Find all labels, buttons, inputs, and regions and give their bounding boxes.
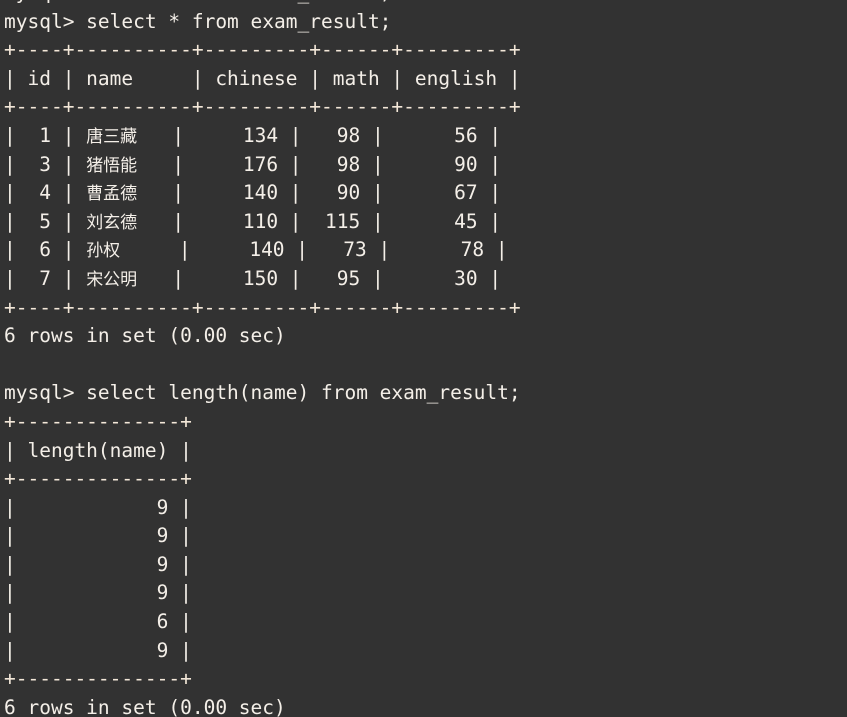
table-row: | 5 | 刘玄德 | 110 | 115 | 45 | bbox=[4, 209, 502, 233]
table-row: | 9 | bbox=[4, 495, 192, 519]
table-row: | 9 | bbox=[4, 581, 192, 605]
result-rule-bottom-2: +--------------+ bbox=[4, 667, 192, 691]
table-row: | 9 | bbox=[4, 552, 192, 576]
table-row: | 1 | 唐三藏 | 134 | 98 | 56 | bbox=[4, 123, 502, 147]
command-prompt-select-all[interactable]: mysql> select * from exam_result; bbox=[4, 8, 844, 37]
table-row: | 4 | 曹孟德 | 140 | 90 | 67 | bbox=[4, 181, 502, 205]
table-row: | 6 | bbox=[4, 610, 192, 634]
terminal-window[interactable]: mysql> select * from exam_result; mysql>… bbox=[0, 0, 847, 717]
terminal-scroll-area: mysql> select * from exam_result; mysql>… bbox=[4, 0, 844, 717]
result-rule-bottom-1: +----+----------+---------+------+------… bbox=[4, 295, 521, 319]
result-rule-mid-2: +--------------+ bbox=[4, 467, 192, 491]
result-header-2: | length(name) | bbox=[4, 438, 192, 462]
table-row: | 9 | bbox=[4, 638, 192, 662]
cjk-name-text: 宋公明 bbox=[86, 269, 138, 290]
table-row: | 7 | 宋公明 | 150 | 95 | 30 | bbox=[4, 266, 502, 290]
result-status-2: 6 rows in set (0.00 sec) bbox=[4, 695, 286, 717]
result-rule-top-2: +--------------+ bbox=[4, 409, 192, 433]
command-prompt-select-length[interactable]: mysql> select length(name) from exam_res… bbox=[4, 379, 844, 408]
table-row: | 3 | 猪悟能 | 176 | 98 | 90 | bbox=[4, 152, 502, 176]
cjk-name-text: 猪悟能 bbox=[86, 155, 138, 176]
result-rule-top-1: +----+----------+---------+------+------… bbox=[4, 38, 521, 62]
cjk-name-text: 曹孟德 bbox=[86, 184, 138, 205]
cjk-name-text: 孙权 bbox=[86, 241, 121, 262]
clipped-scrollback-line: mysql> select * from exam_result; bbox=[4, 0, 844, 8]
cjk-name-text: 刘玄德 bbox=[86, 212, 138, 233]
table-row: | 9 | bbox=[4, 524, 192, 548]
result-rule-mid-1: +----+----------+---------+------+------… bbox=[4, 95, 521, 119]
table-row: | 6 | 孙权 | 140 | 73 | 78 | bbox=[4, 238, 508, 262]
cjk-name-text: 唐三藏 bbox=[86, 126, 138, 147]
result-header-1: | id | name | chinese | math | english | bbox=[4, 66, 521, 90]
result-status-1: 6 rows in set (0.00 sec) bbox=[4, 324, 286, 348]
